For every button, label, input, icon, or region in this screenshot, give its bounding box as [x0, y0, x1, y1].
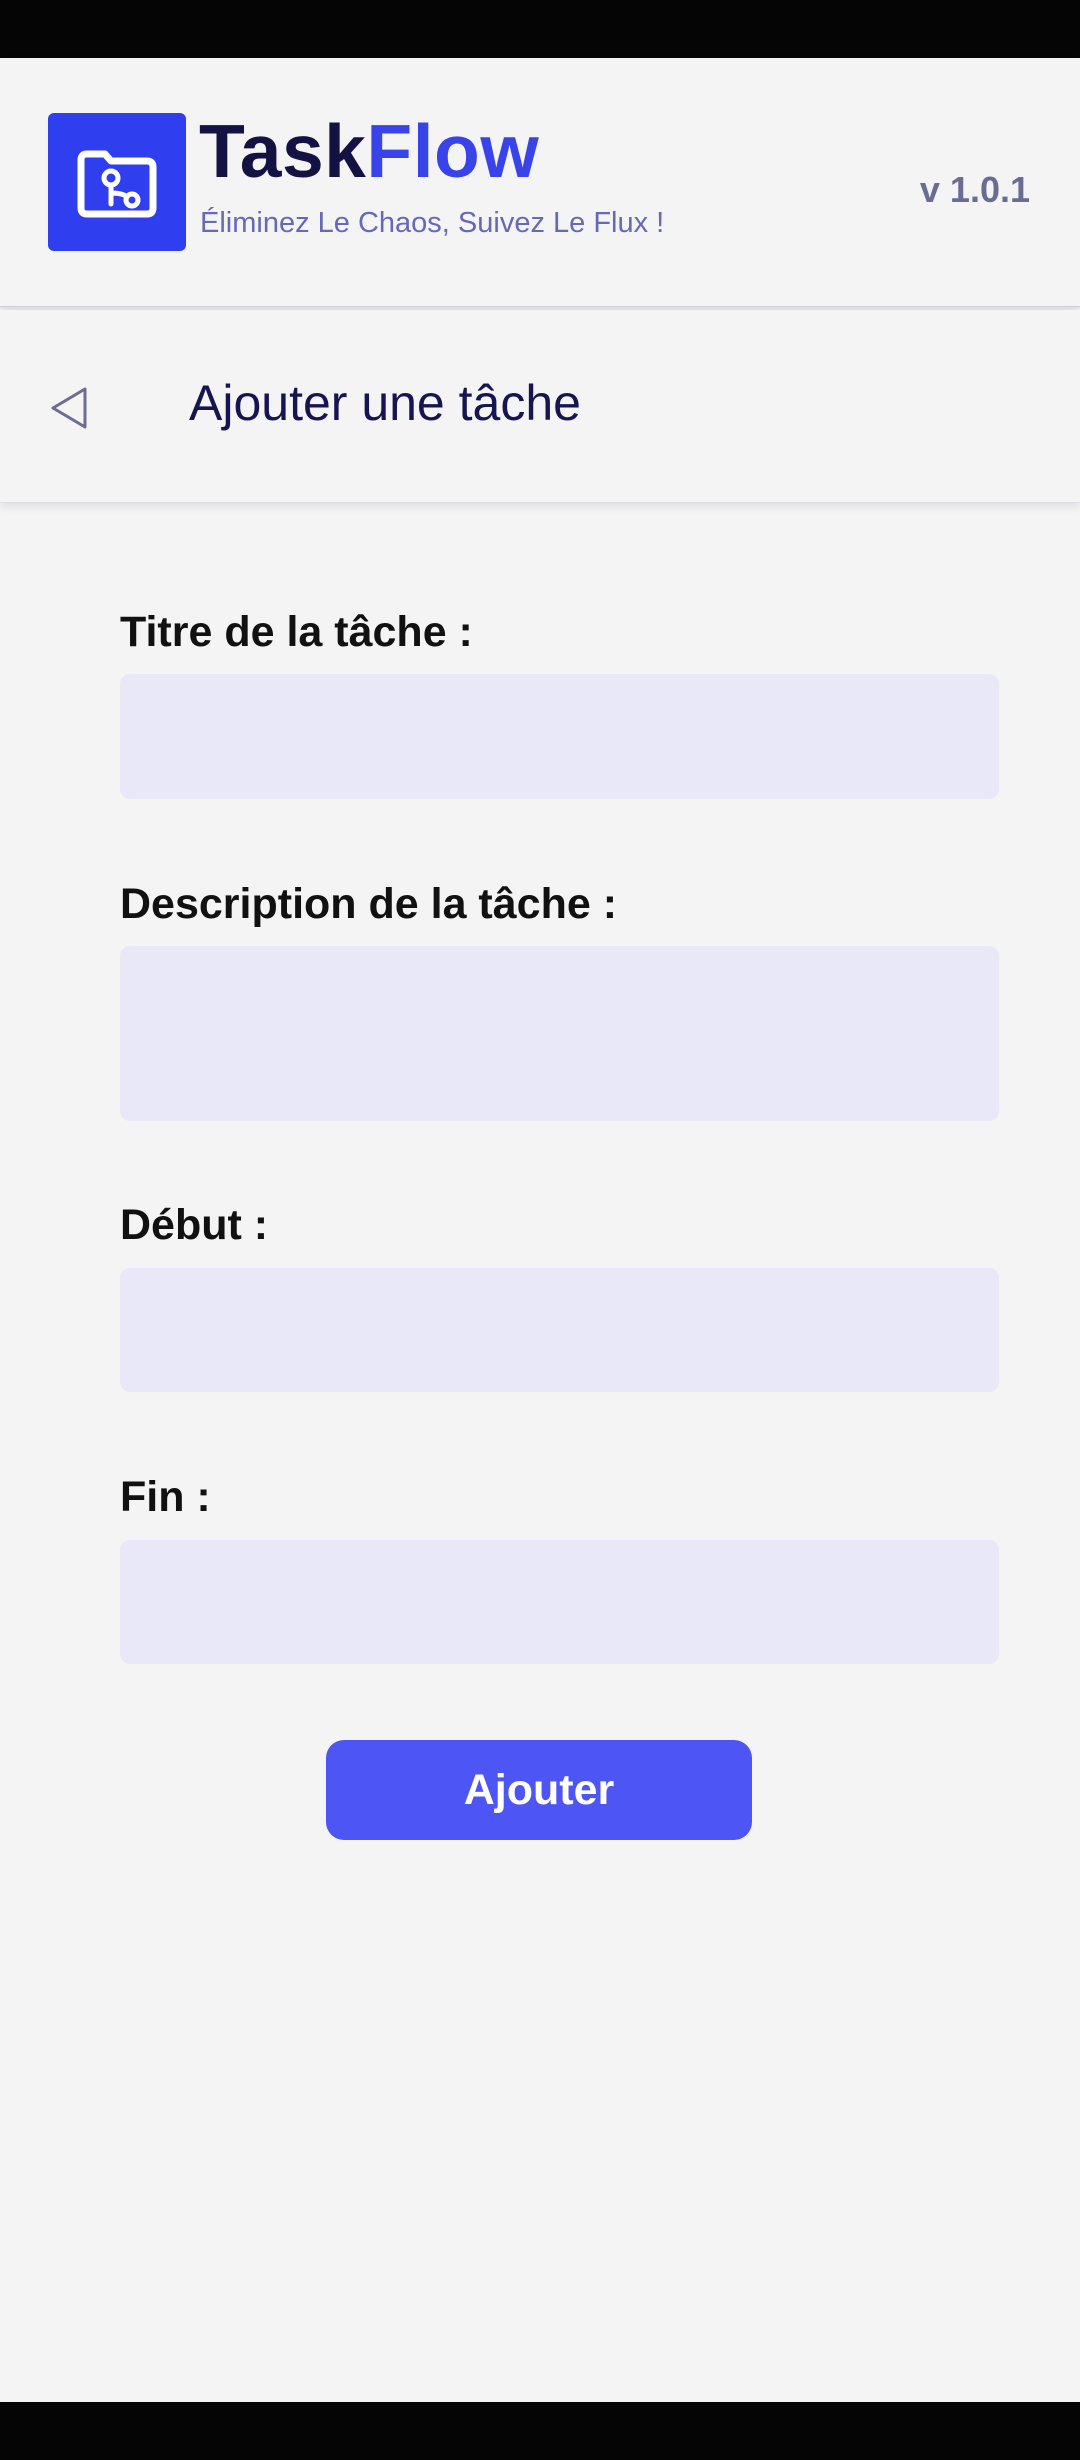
back-triangle-icon [51, 387, 87, 429]
navigation-bar [0, 2402, 1080, 2460]
app-name: TaskFlow [199, 114, 539, 189]
app-name-part-flow: Flow [366, 109, 540, 193]
end-date-label: Fin : [120, 1473, 211, 1521]
app-version: v 1.0.1 [919, 169, 1030, 210]
screen-title: Ajouter une tâche [189, 375, 581, 431]
task-description-input[interactable] [120, 946, 999, 1121]
start-date-input[interactable] [120, 1268, 999, 1392]
status-bar [0, 0, 1080, 58]
task-title-input[interactable] [120, 674, 999, 799]
add-task-button[interactable]: Ajouter [326, 1740, 752, 1840]
screen-header: Ajouter une tâche [0, 310, 1080, 503]
task-description-label: Description de la tâche : [120, 880, 618, 928]
back-button[interactable] [42, 378, 96, 438]
app-header: TaskFlow Éliminez Le Chaos, Suivez Le Fl… [0, 58, 1080, 307]
start-date-label: Début : [120, 1201, 269, 1249]
end-date-input[interactable] [120, 1540, 999, 1664]
app-name-part-task: Task [199, 109, 367, 193]
app-logo [48, 113, 186, 251]
app-tagline: Éliminez Le Chaos, Suivez Le Flux ! [200, 207, 665, 239]
task-title-label: Titre de la tâche : [120, 608, 473, 656]
folder-branch-icon [77, 150, 157, 218]
